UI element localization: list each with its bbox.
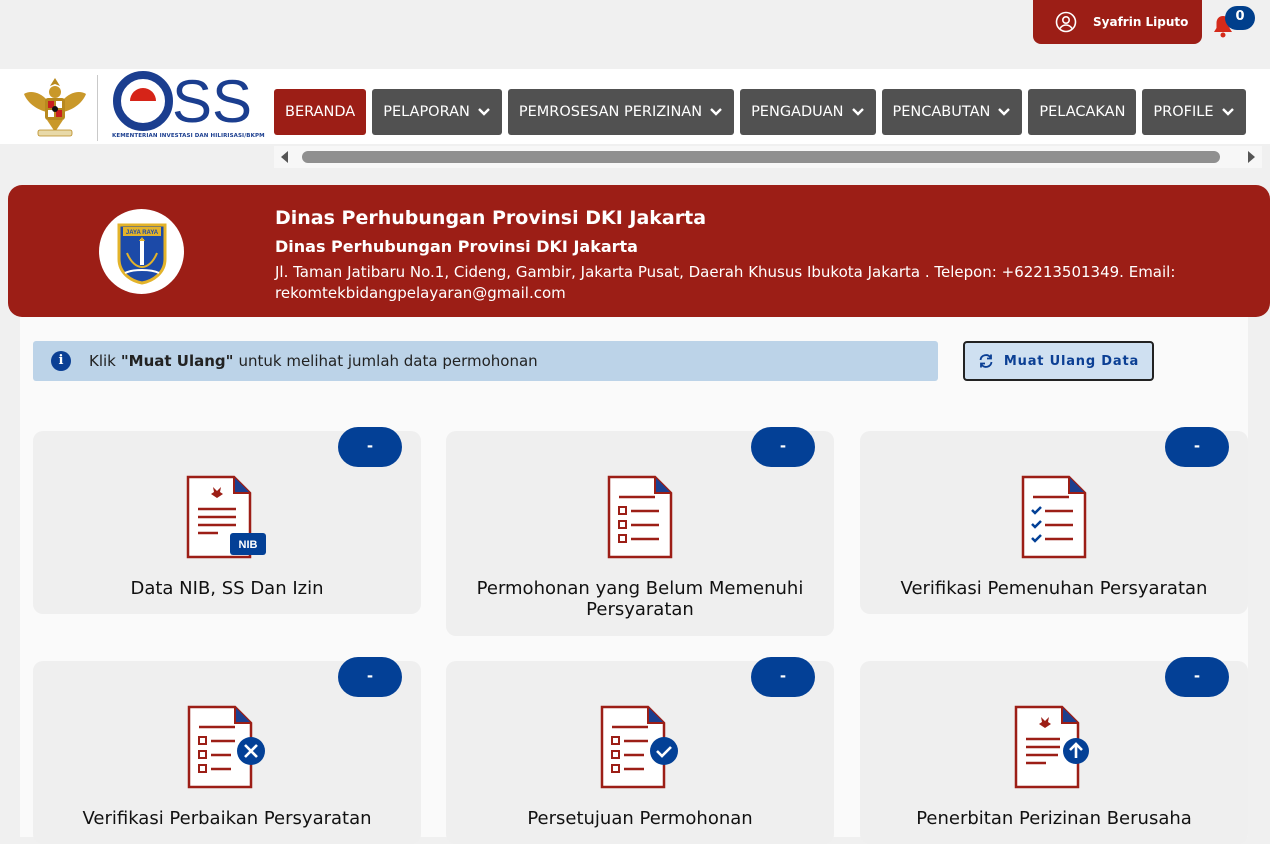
oss-logo: SS <box>113 70 252 132</box>
svg-text:NIB: NIB <box>239 539 258 551</box>
card-label: Permohonan yang Belum Memenuhi Persyarat… <box>476 578 804 620</box>
dki-shield-icon: JAYA RAYA <box>117 223 166 285</box>
card-data-nib[interactable]: - NIB Data NIB, SS Dan Izin <box>33 427 421 614</box>
count-badge: - <box>1165 657 1229 697</box>
chevron-down-icon <box>1221 108 1234 116</box>
nav-pelaporan[interactable]: PELAPORAN <box>372 89 502 135</box>
nav-scrollbar[interactable] <box>274 146 1262 168</box>
count-badge: - <box>1165 427 1229 467</box>
upload-document-icon <box>1014 705 1089 789</box>
info-alert: i Klik "Muat Ulang" untuk melihat jumlah… <box>33 341 938 381</box>
card-label: Penerbitan Perizinan Berusaha <box>916 808 1192 829</box>
nav-pemrosesan-perizinan[interactable]: PEMROSESAN PERIZINAN <box>507 89 735 135</box>
logo-divider <box>97 75 98 141</box>
approved-document-icon <box>600 705 678 789</box>
card-label: Data NIB, SS Dan Izin <box>130 578 324 599</box>
svg-text:JAYA RAYA: JAYA RAYA <box>125 230 158 236</box>
main-nav: BERANDA PELAPORAN PEMROSESAN PERIZINAN P… <box>274 89 1246 135</box>
refresh-icon <box>979 354 993 368</box>
chevron-down-icon <box>851 108 864 116</box>
reload-label: Muat Ulang Data <box>1003 353 1140 369</box>
scrollbar-thumb[interactable] <box>302 151 1220 163</box>
info-highlight: "Muat Ulang" <box>120 352 234 370</box>
rejected-document-icon <box>187 705 265 789</box>
agency-banner: JAYA RAYA Dinas Perhubungan Provinsi DKI… <box>8 185 1270 317</box>
count-badge: - <box>338 427 402 467</box>
card-permohonan-belum[interactable]: - Permohonan yang Belum Memenuhi Persyar… <box>446 427 834 636</box>
chevron-down-icon <box>478 108 490 116</box>
agency-unit: Dinas Perhubungan Provinsi DKI Jakarta <box>275 237 638 256</box>
nav-pelacakan[interactable]: PELACAKAN <box>1028 89 1137 135</box>
nav-label: BERANDA <box>285 104 356 120</box>
oss-subtitle: KEMENTERIAN INVESTASI DAN HILIRISASI/BKP… <box>112 133 265 139</box>
scroll-right-icon[interactable] <box>1244 150 1258 164</box>
nav-label: PELACAKAN <box>1039 104 1126 120</box>
nav-beranda[interactable]: BERANDA <box>274 89 367 135</box>
info-suffix: untuk melihat jumlah data permohonan <box>238 352 538 370</box>
nav-label: PROFILE <box>1153 104 1214 120</box>
checklist-document-icon <box>607 475 673 559</box>
scroll-left-icon[interactable] <box>278 150 292 164</box>
user-name: Syafrin Liputo <box>1093 15 1189 29</box>
count-badge: - <box>338 657 402 697</box>
info-prefix: Klik <box>89 352 116 370</box>
user-menu-button[interactable]: Syafrin Liputo <box>1033 0 1202 44</box>
nib-document-icon: NIB <box>186 475 266 559</box>
chevron-down-icon <box>710 108 722 116</box>
svg-text:SS: SS <box>172 70 252 132</box>
reload-data-button[interactable]: Muat Ulang Data <box>963 341 1154 381</box>
card-label: Verifikasi Perbaikan Persyaratan <box>82 808 372 829</box>
nav-label: PEMROSESAN PERIZINAN <box>518 104 703 120</box>
nav-label: PENCABUTAN <box>892 104 991 120</box>
count-badge: - <box>751 427 815 467</box>
dki-jakarta-emblem: JAYA RAYA <box>99 209 184 294</box>
user-circle-icon <box>1055 11 1077 33</box>
agency-name: Dinas Perhubungan Provinsi DKI Jakarta <box>275 207 707 229</box>
garuda-emblem-icon <box>24 78 86 137</box>
nav-label: PELAPORAN <box>383 104 470 120</box>
checked-list-document-icon <box>1021 475 1087 559</box>
chevron-down-icon <box>998 108 1011 116</box>
card-verifikasi-pemenuhan[interactable]: - Verifikasi Pemenuhan Persyaratan <box>860 427 1248 614</box>
info-icon: i <box>51 351 71 371</box>
agency-address: Jl. Taman Jatibaru No.1, Cideng, Gambir,… <box>275 263 1176 302</box>
count-badge: - <box>751 657 815 697</box>
nav-profile[interactable]: PROFILE <box>1142 89 1246 135</box>
nav-pencabutan[interactable]: PENCABUTAN <box>881 89 1023 135</box>
card-penerbitan-perizinan[interactable]: - Penerbitan Perizinan Berusaha <box>860 657 1248 844</box>
card-verifikasi-perbaikan[interactable]: - Verifikasi Perbaikan Persyaratan <box>33 657 421 844</box>
card-label: Persetujuan Permohonan <box>527 808 753 829</box>
nav-pengaduan[interactable]: PENGADUAN <box>740 89 876 135</box>
nav-label: PENGADUAN <box>751 104 844 120</box>
card-label: Verifikasi Pemenuhan Persyaratan <box>900 578 1208 599</box>
notification-count-badge: 0 <box>1225 6 1255 30</box>
card-persetujuan-permohonan[interactable]: - Persetujuan Permohonan <box>446 657 834 844</box>
